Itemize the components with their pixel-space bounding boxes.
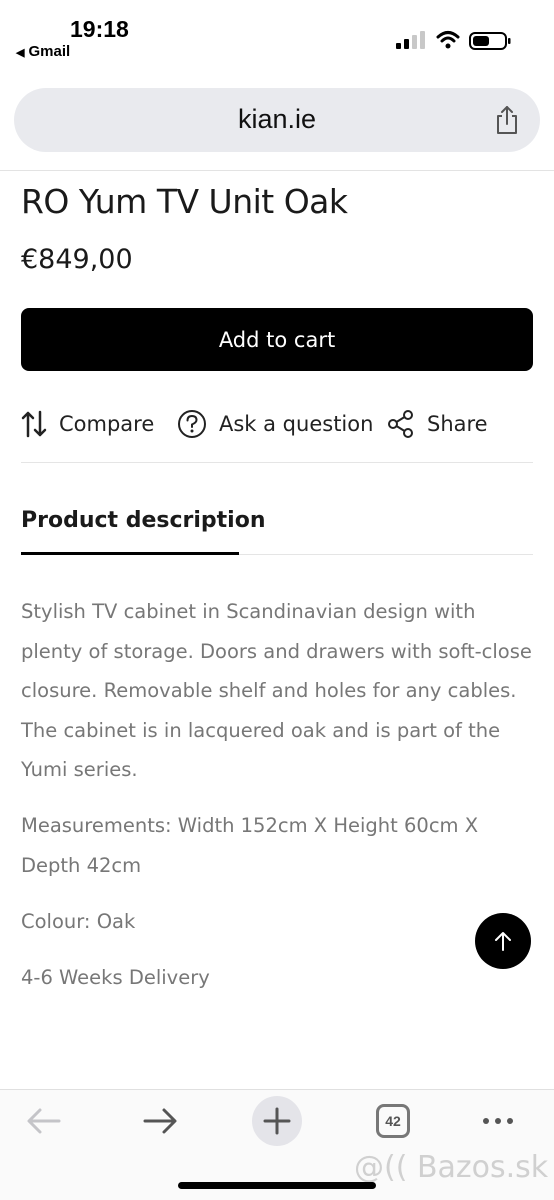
- battery-icon: [469, 32, 511, 50]
- wifi-icon: [436, 31, 460, 49]
- back-app-label: Gmail: [28, 43, 71, 60]
- product-actions: Compare Ask a question Share: [21, 404, 533, 444]
- header-divider: [0, 170, 554, 171]
- plus-icon: [263, 1107, 291, 1135]
- actions-divider: [21, 462, 533, 463]
- description-paragraph: Stylish TV cabinet in Scandinavian desig…: [21, 600, 532, 781]
- delivery-paragraph: 4-6 Weeks Delivery: [21, 966, 210, 989]
- tab-product-description[interactable]: Product description: [21, 508, 266, 533]
- active-tab-underline: [21, 552, 239, 555]
- ask-question-label: Ask a question: [219, 412, 374, 436]
- tabs-divider: [239, 554, 533, 555]
- question-circle-icon: [178, 410, 206, 438]
- compare-label: Compare: [59, 412, 155, 436]
- measurements-paragraph: Measurements: Width 152cm X Height 60cm …: [21, 814, 479, 877]
- more-options-icon[interactable]: [480, 1106, 516, 1136]
- arrow-up-icon: [495, 932, 511, 951]
- watermark-text: @(( Bazos.sk: [354, 1150, 549, 1185]
- forward-arrow-icon[interactable]: [142, 1106, 178, 1136]
- back-arrow-icon[interactable]: [26, 1106, 62, 1136]
- cellular-signal-icon: [396, 31, 425, 49]
- share-icon[interactable]: [494, 105, 520, 135]
- new-tab-button[interactable]: [252, 1096, 302, 1146]
- compare-arrows-icon: [21, 410, 47, 438]
- add-to-cart-button[interactable]: Add to cart: [21, 308, 533, 371]
- home-indicator: [178, 1182, 376, 1189]
- compare-button[interactable]: Compare: [21, 404, 154, 444]
- colour-paragraph: Colour: Oak: [21, 910, 136, 933]
- back-to-app-link[interactable]: ◀ Gmail: [16, 43, 70, 60]
- product-title: RO Yum TV Unit Oak: [21, 182, 348, 221]
- share-nodes-icon: [388, 410, 413, 438]
- share-button[interactable]: Share: [387, 404, 488, 444]
- product-price: €849,00: [21, 244, 133, 275]
- share-label: Share: [427, 412, 488, 436]
- url-text[interactable]: kian.ie: [14, 104, 540, 135]
- address-bar[interactable]: kian.ie: [14, 88, 540, 152]
- scroll-to-top-button[interactable]: [475, 913, 531, 969]
- status-time: 19:18: [70, 16, 129, 42]
- ask-question-button[interactable]: Ask a question: [177, 404, 373, 444]
- tabs-count-button[interactable]: 42: [376, 1104, 410, 1138]
- back-triangle-icon: ◀: [16, 47, 25, 59]
